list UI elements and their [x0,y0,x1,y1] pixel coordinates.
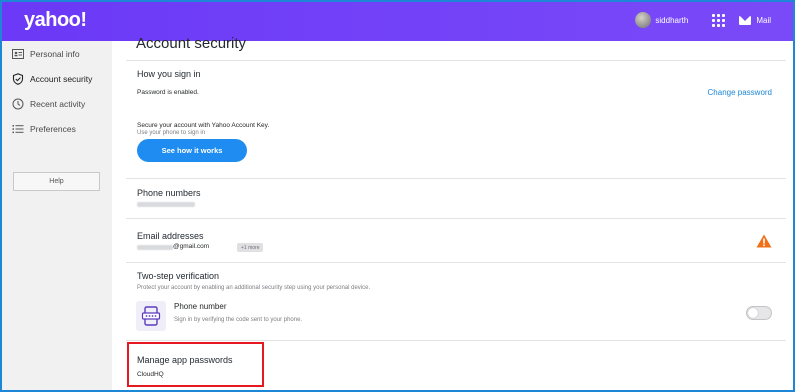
email-addresses-title: Email addresses [137,231,204,241]
top-header: yahoo! siddharth Mail [2,2,793,41]
see-how-it-works-button[interactable]: See how it works [137,139,247,162]
two-step-toggle[interactable] [746,306,772,320]
apps-grid-icon[interactable] [712,13,726,27]
sidebar-item-account-security[interactable]: Account security [2,66,112,91]
highlight-box [127,342,264,387]
shield-check-icon [12,72,24,85]
sidebar-item-personal-info[interactable]: Personal info [2,41,112,66]
blurred-email-local-part [137,245,173,250]
two-step-description: Protect your account by enabling an addi… [137,285,371,291]
browser-frame: yahoo! siddharth Mail Personal info Acco… [0,0,795,392]
help-button[interactable]: Help [13,172,100,191]
sidebar-item-label: Account security [30,73,93,84]
sidebar-item-recent-activity[interactable]: Recent activity [2,91,112,116]
password-status: Password is enabled. [137,89,199,96]
avatar[interactable] [635,12,652,28]
id-card-icon [12,48,24,59]
account-key-title: Secure your account with Yahoo Account K… [137,122,270,129]
sidebar-item-label: Personal info [30,48,80,59]
warning-icon[interactable] [756,234,772,248]
sign-in-title: How you sign in [137,69,201,79]
phone-code-icon [141,306,161,326]
blurred-phone-number [137,202,195,207]
two-step-method-description: Sign in by verifying the code sent to yo… [174,317,303,323]
email-addresses-section[interactable]: Email addresses @gmail.com [126,219,786,263]
sign-in-section: How you sign in Password is enabled. Cha… [126,60,786,179]
phone-numbers-title: Phone numbers [137,188,201,198]
phone-method-tile [136,301,166,331]
sidebar-item-label: Preferences [30,123,76,134]
header-actions: siddharth Mail [635,12,771,28]
sidebar: Personal info Account security Recent ac… [2,41,112,390]
list-icon [12,124,24,133]
sidebar-item-preferences[interactable]: Preferences [2,116,112,141]
yahoo-logo[interactable]: yahoo! [24,9,87,32]
user-name[interactable]: siddharth [655,16,688,25]
sidebar-item-label: Recent activity [30,98,86,109]
page-title: Account security [136,35,247,52]
mail-link[interactable]: Mail [756,16,771,25]
more-emails-badge[interactable]: +1 more [237,243,264,252]
two-step-section: Two-step verification Protect your accou… [126,263,786,341]
phone-numbers-section[interactable]: Phone numbers [126,179,786,219]
clock-icon [12,98,24,109]
change-password-link[interactable]: Change password [708,88,772,97]
main-content: Account security How you sign in Passwor… [126,35,786,390]
account-key-subtitle: Use your phone to sign in [137,130,206,136]
two-step-title: Two-step verification [137,271,220,281]
email-domain: @gmail.com [173,243,210,250]
mail-icon[interactable] [739,15,752,25]
two-step-method-title: Phone number [174,302,227,311]
